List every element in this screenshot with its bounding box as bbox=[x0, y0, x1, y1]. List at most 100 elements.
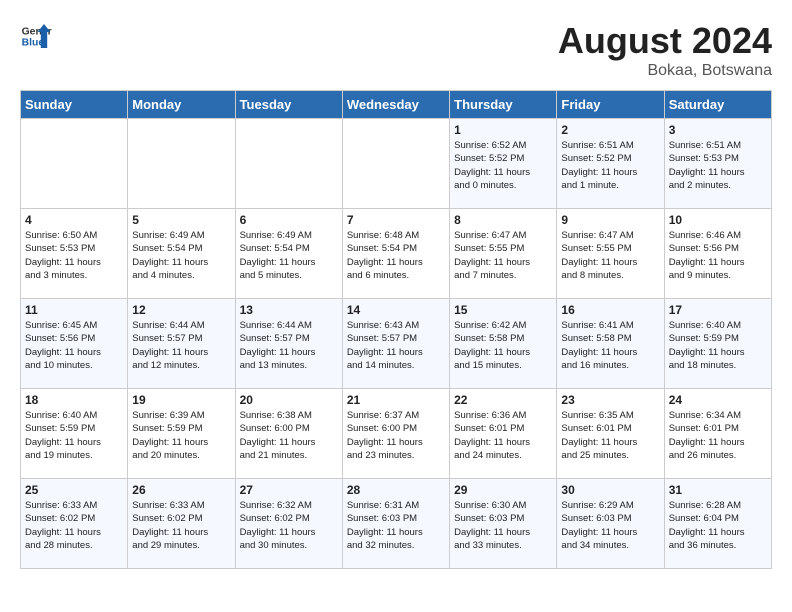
day-detail: Sunrise: 6:37 AM Sunset: 6:00 PM Dayligh… bbox=[347, 409, 445, 462]
day-number: 19 bbox=[132, 393, 230, 407]
calendar-cell: 17 Sunrise: 6:40 AM Sunset: 5:59 PM Dayli… bbox=[664, 299, 771, 389]
day-number: 13 bbox=[240, 303, 338, 317]
calendar-cell: 19 Sunrise: 6:39 AM Sunset: 5:59 PM Dayli… bbox=[128, 389, 235, 479]
day-number: 16 bbox=[561, 303, 659, 317]
day-detail: Sunrise: 6:36 AM Sunset: 6:01 PM Dayligh… bbox=[454, 409, 552, 462]
day-number: 14 bbox=[347, 303, 445, 317]
day-number: 18 bbox=[25, 393, 123, 407]
day-number: 10 bbox=[669, 213, 767, 227]
col-header-saturday: Saturday bbox=[664, 91, 771, 119]
day-detail: Sunrise: 6:45 AM Sunset: 5:56 PM Dayligh… bbox=[25, 319, 123, 372]
day-detail: Sunrise: 6:51 AM Sunset: 5:53 PM Dayligh… bbox=[669, 139, 767, 192]
day-detail: Sunrise: 6:32 AM Sunset: 6:02 PM Dayligh… bbox=[240, 499, 338, 552]
title-block: August 2024 Bokaa, Botswana bbox=[558, 20, 772, 80]
day-number: 24 bbox=[669, 393, 767, 407]
calendar-cell: 21 Sunrise: 6:37 AM Sunset: 6:00 PM Dayli… bbox=[342, 389, 449, 479]
day-number: 1 bbox=[454, 123, 552, 137]
day-detail: Sunrise: 6:47 AM Sunset: 5:55 PM Dayligh… bbox=[454, 229, 552, 282]
day-detail: Sunrise: 6:44 AM Sunset: 5:57 PM Dayligh… bbox=[132, 319, 230, 372]
day-detail: Sunrise: 6:28 AM Sunset: 6:04 PM Dayligh… bbox=[669, 499, 767, 552]
day-number: 27 bbox=[240, 483, 338, 497]
calendar-cell: 30 Sunrise: 6:29 AM Sunset: 6:03 PM Dayli… bbox=[557, 479, 664, 569]
day-number: 28 bbox=[347, 483, 445, 497]
day-detail: Sunrise: 6:49 AM Sunset: 5:54 PM Dayligh… bbox=[240, 229, 338, 282]
day-number: 15 bbox=[454, 303, 552, 317]
calendar-cell: 8 Sunrise: 6:47 AM Sunset: 5:55 PM Daylig… bbox=[450, 209, 557, 299]
calendar-cell: 16Sunrise: 6:41 AM Sunset: 5:58 PM Dayli… bbox=[557, 299, 664, 389]
calendar-cell: 18 Sunrise: 6:40 AM Sunset: 5:59 PM Dayli… bbox=[21, 389, 128, 479]
calendar-cell: 29 Sunrise: 6:30 AM Sunset: 6:03 PM Dayli… bbox=[450, 479, 557, 569]
day-detail: Sunrise: 6:46 AM Sunset: 5:56 PM Dayligh… bbox=[669, 229, 767, 282]
calendar-cell: 24Sunrise: 6:34 AM Sunset: 6:01 PM Dayli… bbox=[664, 389, 771, 479]
day-detail: Sunrise: 6:51 AM Sunset: 5:52 PM Dayligh… bbox=[561, 139, 659, 192]
day-number: 21 bbox=[347, 393, 445, 407]
logo-icon: General Blue bbox=[20, 20, 52, 52]
day-number: 22 bbox=[454, 393, 552, 407]
day-number: 26 bbox=[132, 483, 230, 497]
calendar-table: SundayMondayTuesdayWednesdayThursdayFrid… bbox=[20, 90, 772, 569]
calendar-cell: 23 Sunrise: 6:35 AM Sunset: 6:01 PM Dayli… bbox=[557, 389, 664, 479]
day-detail: Sunrise: 6:30 AM Sunset: 6:03 PM Dayligh… bbox=[454, 499, 552, 552]
day-detail: Sunrise: 6:44 AM Sunset: 5:57 PM Dayligh… bbox=[240, 319, 338, 372]
day-detail: Sunrise: 6:33 AM Sunset: 6:02 PM Dayligh… bbox=[25, 499, 123, 552]
day-detail: Sunrise: 6:31 AM Sunset: 6:03 PM Dayligh… bbox=[347, 499, 445, 552]
day-detail: Sunrise: 6:38 AM Sunset: 6:00 PM Dayligh… bbox=[240, 409, 338, 462]
day-number: 3 bbox=[669, 123, 767, 137]
day-number: 12 bbox=[132, 303, 230, 317]
day-number: 29 bbox=[454, 483, 552, 497]
col-header-tuesday: Tuesday bbox=[235, 91, 342, 119]
calendar-cell: 6 Sunrise: 6:49 AM Sunset: 5:54 PM Daylig… bbox=[235, 209, 342, 299]
calendar-cell: 9Sunrise: 6:47 AM Sunset: 5:55 PM Daylig… bbox=[557, 209, 664, 299]
col-header-sunday: Sunday bbox=[21, 91, 128, 119]
calendar-cell bbox=[235, 119, 342, 209]
day-number: 20 bbox=[240, 393, 338, 407]
day-number: 11 bbox=[25, 303, 123, 317]
calendar-cell: 2 Sunrise: 6:51 AM Sunset: 5:52 PM Daylig… bbox=[557, 119, 664, 209]
calendar-cell: 1 Sunrise: 6:52 AM Sunset: 5:52 PM Daylig… bbox=[450, 119, 557, 209]
col-header-monday: Monday bbox=[128, 91, 235, 119]
logo: General Blue bbox=[20, 20, 52, 52]
day-number: 25 bbox=[25, 483, 123, 497]
calendar-cell: 3 Sunrise: 6:51 AM Sunset: 5:53 PM Daylig… bbox=[664, 119, 771, 209]
calendar-cell: 13 Sunrise: 6:44 AM Sunset: 5:57 PM Dayli… bbox=[235, 299, 342, 389]
day-detail: Sunrise: 6:29 AM Sunset: 6:03 PM Dayligh… bbox=[561, 499, 659, 552]
day-detail: Sunrise: 6:49 AM Sunset: 5:54 PM Dayligh… bbox=[132, 229, 230, 282]
calendar-cell: 7 Sunrise: 6:48 AM Sunset: 5:54 PM Daylig… bbox=[342, 209, 449, 299]
day-number: 30 bbox=[561, 483, 659, 497]
calendar-cell: 12 Sunrise: 6:44 AM Sunset: 5:57 PM Dayli… bbox=[128, 299, 235, 389]
day-number: 4 bbox=[25, 213, 123, 227]
calendar-cell: 26 Sunrise: 6:33 AM Sunset: 6:02 PM Dayli… bbox=[128, 479, 235, 569]
col-header-wednesday: Wednesday bbox=[342, 91, 449, 119]
calendar-cell: 11 Sunrise: 6:45 AM Sunset: 5:56 PM Dayli… bbox=[21, 299, 128, 389]
day-detail: Sunrise: 6:33 AM Sunset: 6:02 PM Dayligh… bbox=[132, 499, 230, 552]
calendar-cell bbox=[128, 119, 235, 209]
day-number: 23 bbox=[561, 393, 659, 407]
calendar-cell: 15Sunrise: 6:42 AM Sunset: 5:58 PM Dayli… bbox=[450, 299, 557, 389]
day-detail: Sunrise: 6:35 AM Sunset: 6:01 PM Dayligh… bbox=[561, 409, 659, 462]
day-number: 7 bbox=[347, 213, 445, 227]
day-number: 31 bbox=[669, 483, 767, 497]
day-detail: Sunrise: 6:40 AM Sunset: 5:59 PM Dayligh… bbox=[25, 409, 123, 462]
day-detail: Sunrise: 6:50 AM Sunset: 5:53 PM Dayligh… bbox=[25, 229, 123, 282]
calendar-cell bbox=[21, 119, 128, 209]
col-header-thursday: Thursday bbox=[450, 91, 557, 119]
day-number: 8 bbox=[454, 213, 552, 227]
calendar-cell: 4 Sunrise: 6:50 AM Sunset: 5:53 PM Daylig… bbox=[21, 209, 128, 299]
calendar-cell bbox=[342, 119, 449, 209]
calendar-cell: 31 Sunrise: 6:28 AM Sunset: 6:04 PM Dayli… bbox=[664, 479, 771, 569]
calendar-cell: 10 Sunrise: 6:46 AM Sunset: 5:56 PM Dayli… bbox=[664, 209, 771, 299]
day-number: 6 bbox=[240, 213, 338, 227]
calendar-cell: 27 Sunrise: 6:32 AM Sunset: 6:02 PM Dayli… bbox=[235, 479, 342, 569]
page-header: General Blue August 2024 Bokaa, Botswana bbox=[20, 20, 772, 80]
day-detail: Sunrise: 6:39 AM Sunset: 5:59 PM Dayligh… bbox=[132, 409, 230, 462]
calendar-cell: 14Sunrise: 6:43 AM Sunset: 5:57 PM Dayli… bbox=[342, 299, 449, 389]
day-detail: Sunrise: 6:40 AM Sunset: 5:59 PM Dayligh… bbox=[669, 319, 767, 372]
calendar-cell: 5Sunrise: 6:49 AM Sunset: 5:54 PM Daylig… bbox=[128, 209, 235, 299]
day-detail: Sunrise: 6:52 AM Sunset: 5:52 PM Dayligh… bbox=[454, 139, 552, 192]
day-number: 2 bbox=[561, 123, 659, 137]
day-detail: Sunrise: 6:48 AM Sunset: 5:54 PM Dayligh… bbox=[347, 229, 445, 282]
calendar-cell: 22 Sunrise: 6:36 AM Sunset: 6:01 PM Dayli… bbox=[450, 389, 557, 479]
day-number: 17 bbox=[669, 303, 767, 317]
day-number: 9 bbox=[561, 213, 659, 227]
calendar-cell: 28 Sunrise: 6:31 AM Sunset: 6:03 PM Dayli… bbox=[342, 479, 449, 569]
